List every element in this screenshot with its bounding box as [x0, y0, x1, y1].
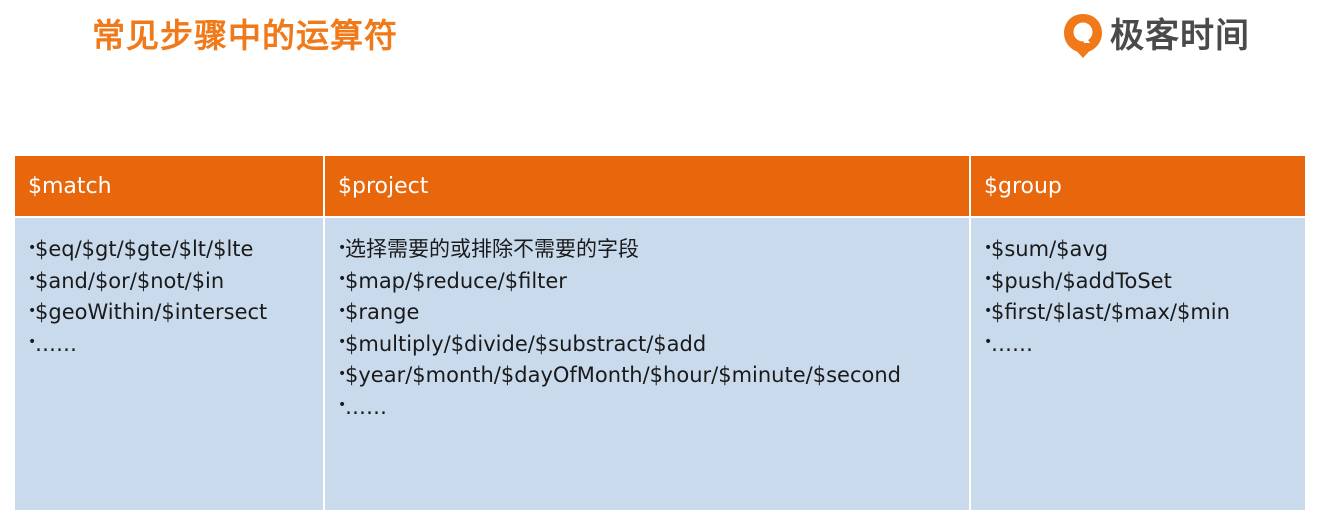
bullet-icon: •	[28, 271, 37, 287]
bullet-icon: •	[338, 365, 347, 382]
list-item: •……	[984, 329, 1295, 361]
list-item: •$sum/$avg	[984, 234, 1295, 266]
list-item: •$multiply/$divide/$substract/$add	[338, 329, 959, 361]
list-item: •$eq/$gt/$gte/$lt/$lte	[28, 234, 313, 266]
operators-table: $match $project $group •$eq/$gt/$gte/$lt…	[13, 154, 1307, 512]
brand-logo: 极客时间	[1062, 12, 1250, 60]
list-item: •选择需要的或排除不需要的字段	[338, 234, 959, 266]
project-cell: •选择需要的或排除不需要的字段 •$map/$reduce/$filter •$…	[323, 216, 971, 512]
bullet-icon: •	[28, 239, 37, 256]
brand-name: 极客时间	[1110, 16, 1250, 56]
group-cell: •$sum/$avg •$push/$addToSet •$first/$las…	[969, 216, 1307, 512]
bullet-icon: •	[338, 302, 347, 319]
list-item: •$year/$month/$dayOfMonth/$hour/$minute/…	[338, 360, 959, 392]
list-item: •$and/$or/$not/$in	[28, 266, 313, 298]
header-project: $project	[323, 154, 971, 218]
bullet-icon: •	[338, 397, 347, 413]
project-operator-list: •选择需要的或排除不需要的字段 •$map/$reduce/$filter •$…	[338, 234, 959, 423]
bullet-icon: •	[338, 334, 347, 350]
bullet-icon: •	[338, 271, 347, 287]
bullet-icon: •	[28, 302, 37, 319]
list-item: •$map/$reduce/$filter	[338, 266, 959, 298]
bullet-icon: •	[984, 271, 993, 287]
group-operator-list: •$sum/$avg •$push/$addToSet •$first/$las…	[984, 234, 1295, 360]
match-operator-list: •$eq/$gt/$gte/$lt/$lte •$and/$or/$not/$i…	[28, 234, 313, 360]
table-row: •$eq/$gt/$gte/$lt/$lte •$and/$or/$not/$i…	[13, 216, 1307, 512]
bullet-icon: •	[338, 239, 347, 256]
geektime-logo-icon	[1064, 14, 1102, 58]
bullet-icon: •	[984, 302, 993, 319]
list-item: •$range	[338, 297, 959, 329]
table-header-row: $match $project $group	[13, 154, 1307, 218]
match-cell: •$eq/$gt/$gte/$lt/$lte •$and/$or/$not/$i…	[13, 216, 325, 512]
list-item: •$push/$addToSet	[984, 266, 1295, 298]
slide: 常见步骤中的运算符 极客时间 $match $project $group •$…	[0, 0, 1320, 521]
header-match: $match	[13, 154, 325, 218]
bullet-icon: •	[984, 239, 993, 256]
header-group: $group	[969, 154, 1307, 218]
list-item: •……	[338, 392, 959, 424]
operators-table-container: $match $project $group •$eq/$gt/$gte/$lt…	[13, 154, 1307, 512]
bullet-icon: •	[984, 334, 993, 350]
list-item: •$geoWithin/$intersect	[28, 297, 313, 329]
list-item: •$first/$last/$max/$min	[984, 297, 1295, 329]
bullet-icon: •	[28, 334, 37, 350]
list-item: •……	[28, 329, 313, 361]
slide-title: 常见步骤中的运算符	[92, 16, 398, 55]
